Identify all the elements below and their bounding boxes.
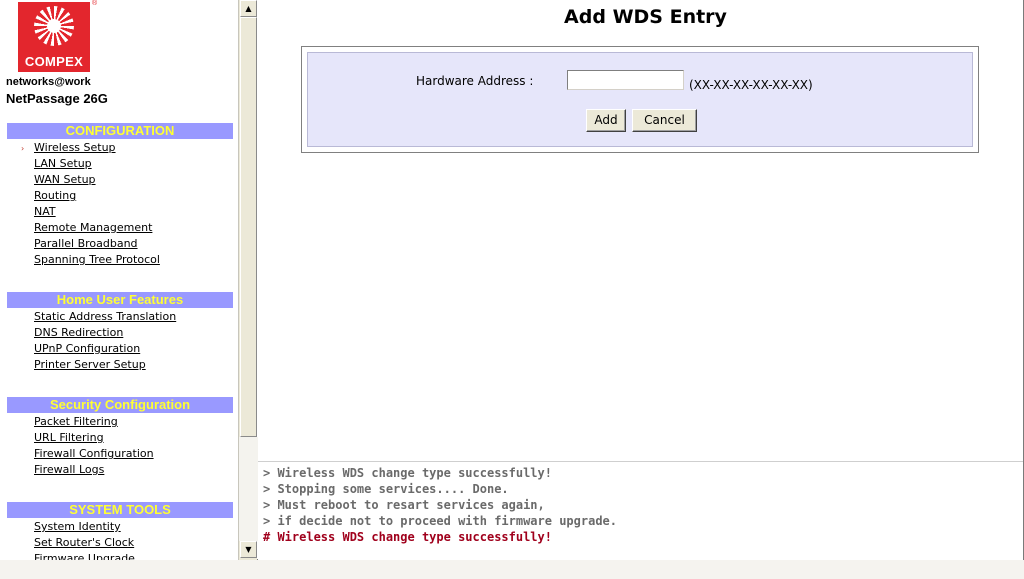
system-tools-list: System Identity Set Router's Clock Firmw… bbox=[34, 519, 135, 560]
logo-text: COMPEX bbox=[24, 54, 84, 69]
nav-link-static-address-translation[interactable]: Static Address Translation bbox=[34, 309, 176, 325]
log-line: > if decide not to proceed with firmware… bbox=[263, 514, 618, 528]
registered-mark: ® bbox=[92, 0, 98, 7]
scroll-track[interactable] bbox=[239, 437, 258, 541]
tagline: networks@work bbox=[6, 76, 91, 88]
nav-link-parallel-broadband[interactable]: Parallel Broadband bbox=[34, 236, 160, 252]
cancel-button[interactable]: Cancel bbox=[632, 109, 697, 132]
section-configuration: CONFIGURATION bbox=[7, 123, 233, 139]
browser-frame: COMPEX ® networks@work NetPassage 26G CO… bbox=[0, 0, 1024, 560]
page-title: Add WDS Entry bbox=[564, 6, 727, 28]
nav-link-remote-management[interactable]: Remote Management bbox=[34, 220, 160, 236]
nav-link-upnp-configuration[interactable]: UPnP Configuration bbox=[34, 341, 176, 357]
nav-link-firewall-configuration[interactable]: Firewall Configuration bbox=[34, 446, 154, 462]
nav-frame: COMPEX ® networks@work NetPassage 26G CO… bbox=[0, 0, 238, 560]
status-log: > Wireless WDS change type successfully!… bbox=[258, 461, 1023, 560]
nav-link-lan-setup[interactable]: LAN Setup bbox=[34, 156, 160, 172]
home-features-list: Static Address Translation DNS Redirecti… bbox=[34, 309, 176, 373]
nav-link-nat[interactable]: NAT bbox=[34, 204, 160, 220]
nav-link-wan-setup[interactable]: WAN Setup bbox=[34, 172, 160, 188]
compex-logo: COMPEX bbox=[18, 2, 90, 72]
nav-link-url-filtering[interactable]: URL Filtering bbox=[34, 430, 154, 446]
section-security-configuration: Security Configuration bbox=[7, 397, 233, 413]
nav-link-routing[interactable]: Routing bbox=[34, 188, 160, 204]
nav-link-spanning-tree[interactable]: Spanning Tree Protocol bbox=[34, 252, 160, 268]
section-system-tools: SYSTEM TOOLS bbox=[7, 502, 233, 518]
scroll-thumb[interactable] bbox=[240, 17, 257, 437]
nav-link-system-identity[interactable]: System Identity bbox=[34, 519, 135, 535]
nav-link-packet-filtering[interactable]: Packet Filtering bbox=[34, 414, 154, 430]
content-frame: Add WDS Entry Hardware Address : (XX-XX-… bbox=[258, 0, 1023, 460]
nav-link-firewall-logs[interactable]: Firewall Logs bbox=[34, 462, 154, 478]
log-line: > Wireless WDS change type successfully! bbox=[263, 466, 552, 480]
nav-link-dns-redirection[interactable]: DNS Redirection bbox=[34, 325, 176, 341]
log-line-alert: # Wireless WDS change type successfully! bbox=[263, 530, 552, 544]
log-line: > Stopping some services.... Done. bbox=[263, 482, 509, 496]
log-line: > Must reboot to resart services again, bbox=[263, 498, 545, 512]
nav-link-firmware-upgrade[interactable]: Firmware Upgrade bbox=[34, 551, 135, 560]
scroll-up-icon[interactable]: ▲ bbox=[240, 0, 257, 17]
nav-scrollbar[interactable]: ▲ ▼ bbox=[238, 0, 258, 560]
active-marker-icon: › bbox=[21, 144, 25, 153]
nav-link-wireless-setup[interactable]: Wireless Setup bbox=[34, 140, 160, 156]
hardware-address-format: (XX-XX-XX-XX-XX-XX) bbox=[689, 78, 813, 92]
product-name: NetPassage 26G bbox=[6, 91, 108, 106]
hardware-address-input[interactable] bbox=[567, 70, 684, 90]
security-list: Packet Filtering URL Filtering Firewall … bbox=[34, 414, 154, 478]
nav-link-set-routers-clock[interactable]: Set Router's Clock bbox=[34, 535, 135, 551]
wds-form: Hardware Address : (XX-XX-XX-XX-XX-XX) A… bbox=[301, 46, 979, 153]
add-button[interactable]: Add bbox=[586, 109, 626, 132]
nav-link-printer-server-setup[interactable]: Printer Server Setup bbox=[34, 357, 176, 373]
configuration-list: Wireless Setup LAN Setup WAN Setup Routi… bbox=[34, 140, 160, 268]
section-home-user-features: Home User Features bbox=[7, 292, 233, 308]
scroll-down-icon[interactable]: ▼ bbox=[240, 541, 257, 558]
wds-form-panel: Hardware Address : (XX-XX-XX-XX-XX-XX) A… bbox=[307, 52, 973, 147]
hardware-address-label: Hardware Address : bbox=[416, 74, 534, 88]
sun-icon bbox=[34, 6, 74, 46]
